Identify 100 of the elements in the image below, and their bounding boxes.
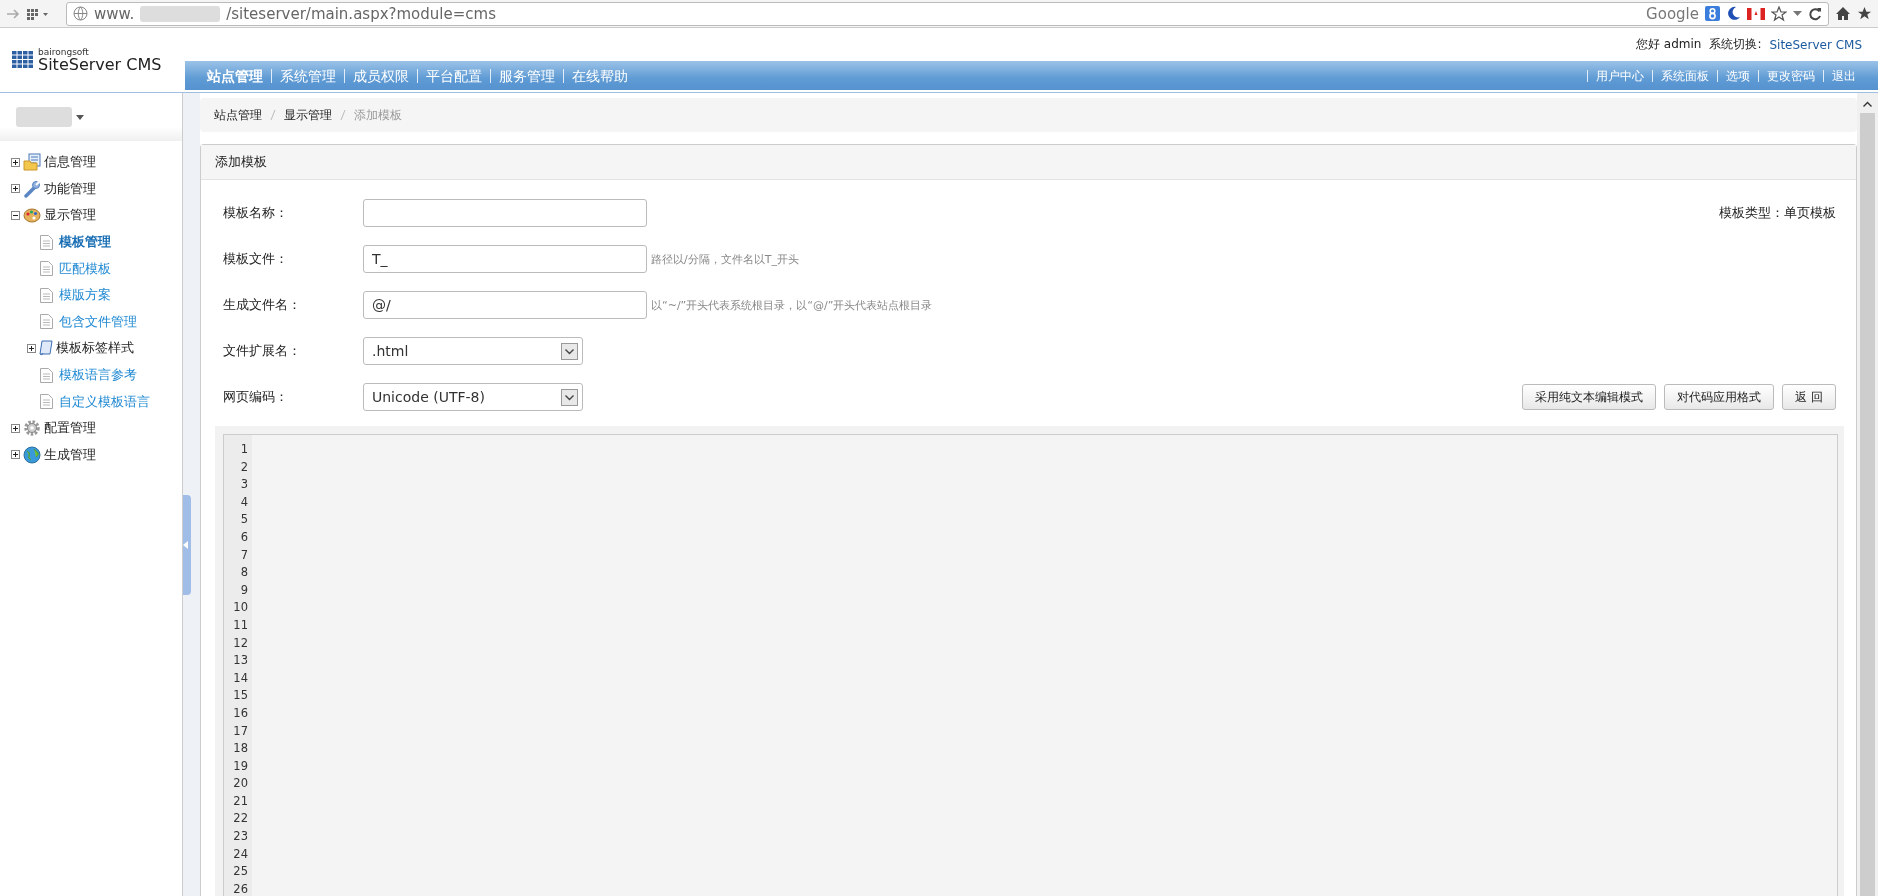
breadcrumb-link[interactable]: 显示管理 (284, 106, 332, 124)
line-number: 15 (233, 687, 248, 705)
document-icon (40, 394, 53, 410)
line-number: 10 (233, 599, 248, 617)
dropdown-icon[interactable] (561, 342, 578, 360)
line-number: 17 (233, 722, 248, 740)
switch-label: 系统切换: (1709, 36, 1762, 53)
line-number: 22 (233, 810, 248, 828)
redacted-block (16, 107, 72, 127)
system-switch-link[interactable]: SiteServer CMS (1769, 37, 1862, 52)
dropdown-icon[interactable] (561, 388, 578, 406)
line-number: 13 (233, 652, 248, 670)
tree-link[interactable]: 模板语言参考 (59, 366, 137, 385)
home-icon[interactable] (1835, 6, 1851, 21)
flag-icon[interactable] (1747, 7, 1765, 20)
line-number: 5 (240, 511, 248, 529)
document-icon (40, 287, 53, 303)
expand-icon[interactable] (11, 157, 20, 167)
tree-link[interactable]: 匹配模板 (59, 259, 111, 278)
expand-icon[interactable] (27, 343, 36, 353)
logo-text: SiteServer CMS (38, 56, 162, 73)
scroll-icon (39, 340, 53, 357)
tree-item[interactable]: 信息管理 (44, 153, 96, 172)
field-label: 文件扩展名： (223, 342, 302, 360)
line-number: 1 (240, 441, 248, 458)
line-number: 8 (240, 564, 248, 582)
star-icon[interactable] (1771, 5, 1787, 22)
document-icon (40, 234, 53, 250)
tree-item[interactable]: 配置管理 (44, 419, 96, 438)
search-engine-icon[interactable] (1705, 6, 1720, 21)
line-number: 23 (233, 828, 248, 846)
input-field[interactable]: T_ (363, 245, 647, 273)
document-icon (40, 367, 53, 383)
breadcrumb-link[interactable]: 站点管理 (214, 106, 262, 124)
line-number: 9 (240, 581, 248, 599)
expand-icon[interactable] (11, 450, 20, 460)
field-hint: 以“~/”开头代表系统根目录，以“@/”开头代表站点根目录 (651, 297, 933, 313)
field-label: 模板文件： (223, 250, 289, 268)
line-number: 6 (240, 528, 248, 546)
breadcrumb-separator (270, 109, 276, 121)
caret-icon[interactable] (76, 114, 84, 120)
tree-link[interactable]: 模版方案 (59, 286, 111, 305)
scroll-up-icon[interactable] (1863, 101, 1872, 107)
caret-icon[interactable] (1793, 10, 1802, 17)
tree-link[interactable]: 模板管理 (59, 233, 111, 252)
action-button[interactable]: 对代码应用格式 (1664, 384, 1775, 410)
collapse-handle[interactable] (183, 495, 191, 595)
expand-icon[interactable] (11, 423, 20, 433)
select-field[interactable]: .html (363, 337, 583, 365)
breadcrumb-current: 添加模板 (354, 106, 402, 124)
scrollbar-thumb[interactable] (1860, 113, 1875, 896)
reload-icon[interactable] (1808, 6, 1822, 21)
logo-icon (12, 51, 34, 69)
line-number: 16 (233, 704, 248, 722)
wrench-icon (23, 179, 41, 198)
line-number: 4 (240, 493, 248, 511)
folder-icon (23, 153, 41, 172)
line-number: 18 (233, 740, 248, 758)
address-bar[interactable]: www. /siteserver/main.aspx?module=cms Google (66, 1, 1829, 26)
crescent-icon[interactable] (1726, 6, 1741, 21)
line-number: 20 (233, 775, 248, 793)
line-number: 7 (240, 546, 248, 564)
tree-item[interactable]: 显示管理 (44, 206, 96, 225)
logo-subtitle: bairongsoft (38, 47, 89, 57)
field-label: 生成文件名： (223, 296, 302, 314)
gear-icon (23, 419, 41, 438)
line-number: 21 (233, 792, 248, 810)
line-number: 26 (233, 880, 248, 896)
tree-item[interactable]: 模板标签样式 (56, 339, 134, 358)
globe-icon (73, 6, 88, 21)
search-engine-label: Google (1646, 4, 1699, 23)
tree-link[interactable]: 自定义模板语言 (59, 392, 150, 411)
field-hint: 路径以/分隔，文件名以T_开头 (651, 251, 799, 267)
expand-icon[interactable] (11, 184, 20, 194)
input-field[interactable]: @/ (363, 291, 647, 319)
line-number: 12 (233, 634, 248, 652)
collapse-icon[interactable] (11, 211, 20, 220)
line-number: 24 (233, 845, 248, 863)
template-type-text: 模板类型：单页模板 (1719, 204, 1836, 222)
apps-icon[interactable] (26, 6, 50, 21)
tree-item[interactable]: 生成管理 (44, 445, 96, 464)
field-label: 模板名称： (223, 204, 289, 222)
action-button[interactable]: 返 回 (1782, 384, 1836, 410)
action-button[interactable]: 采用纯文本编辑模式 (1522, 384, 1657, 410)
star-icon[interactable] (1857, 6, 1872, 21)
line-number: 19 (233, 757, 248, 775)
line-number: 2 (240, 458, 248, 476)
globe-icon (23, 445, 41, 464)
panel-title: 添加模板 (215, 153, 267, 171)
url-text: www. (94, 4, 135, 23)
document-icon (40, 261, 53, 277)
select-field[interactable]: Unicode (UTF-8) (363, 383, 583, 411)
tree-item[interactable]: 功能管理 (44, 179, 96, 198)
url-text: /siteserver/main.aspx?module=cms (226, 4, 496, 23)
code-editor[interactable]: 1 2 3 4 5 6 7 8 9 10 11 12 13 14 15 16 17 18 19 20 21 22 23 24 25 26 (223, 434, 1838, 896)
palette-icon (23, 206, 41, 225)
input-field[interactable] (363, 199, 647, 227)
breadcrumb-separator (340, 109, 346, 121)
line-number: 3 (240, 476, 248, 494)
tree-link[interactable]: 包含文件管理 (59, 312, 137, 331)
